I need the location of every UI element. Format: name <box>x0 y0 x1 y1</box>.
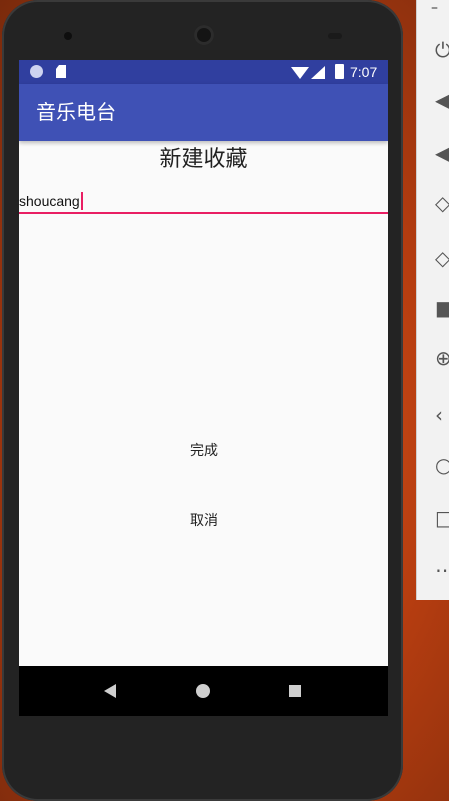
back-icon[interactable]: ‹ <box>435 405 449 425</box>
rotate-left-icon[interactable]: ◇ <box>435 193 449 213</box>
speaker-grille <box>194 25 214 45</box>
phone-frame: 7:07 音乐电台 新建收藏 完成 取消 <box>2 0 403 801</box>
overview-icon[interactable]: □ <box>435 508 449 528</box>
app-title: 音乐电台 <box>36 100 116 124</box>
signal-icon <box>311 66 325 79</box>
power-icon[interactable]: ⏻ <box>435 40 449 60</box>
app-bar: 音乐电台 <box>19 84 388 141</box>
volume-up-icon[interactable]: ◀ <box>435 90 449 110</box>
volume-down-icon[interactable]: ◀ <box>435 143 449 163</box>
wifi-icon <box>291 67 309 79</box>
favorite-name-input[interactable] <box>19 190 388 214</box>
done-button[interactable]: 完成 <box>144 433 264 469</box>
battery-icon <box>335 64 344 79</box>
recents-icon[interactable] <box>289 685 301 697</box>
rotate-right-icon[interactable]: ◇ <box>435 248 449 268</box>
notification-icon <box>30 65 43 78</box>
home-icon[interactable]: ○ <box>435 455 449 475</box>
status-bar: 7:07 <box>19 60 388 84</box>
proximity-sensor <box>328 33 342 39</box>
front-camera <box>64 32 72 40</box>
text-cursor <box>81 192 83 210</box>
back-icon[interactable] <box>104 684 116 698</box>
zoom-icon[interactable]: ⊕ <box>435 348 449 368</box>
status-time: 7:07 <box>350 64 378 80</box>
dialog-title: 新建收藏 <box>159 147 248 172</box>
camera-icon[interactable]: ■ <box>435 298 449 318</box>
emulator-toolbar: – ⏻ ◀ ◀ ◇ ◇ ■ ⊕ ‹ ○ □ ⋯ <box>416 0 449 600</box>
cancel-button[interactable]: 取消 <box>144 503 264 539</box>
more-icon[interactable]: ⋯ <box>435 560 449 580</box>
minimize-icon[interactable]: – <box>431 0 449 18</box>
home-icon[interactable] <box>196 684 210 698</box>
navigation-bar <box>19 666 388 716</box>
screen: 7:07 音乐电台 新建收藏 完成 取消 <box>19 60 388 716</box>
sd-card-icon <box>56 65 66 78</box>
